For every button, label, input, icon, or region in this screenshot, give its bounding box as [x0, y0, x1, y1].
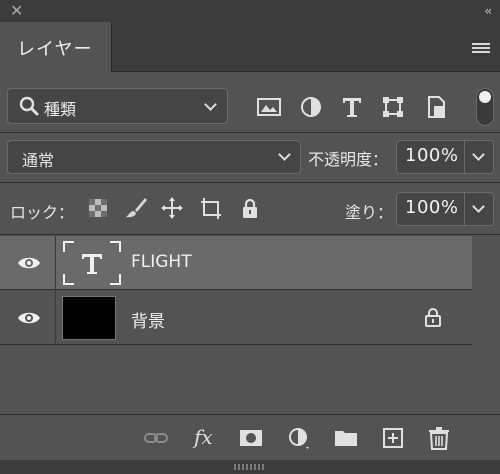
tab-layers-label: レイヤー: [17, 39, 93, 60]
tab-layers[interactable]: レイヤー: [0, 22, 112, 72]
panel-titlebar: ✕ ‹‹: [0, 0, 500, 22]
resize-handle[interactable]: [234, 464, 266, 470]
lock-position-move-icon[interactable]: [160, 196, 184, 220]
layers-list: FLIGHT 背景: [0, 236, 500, 414]
layer-row-flight[interactable]: FLIGHT: [0, 236, 472, 290]
blend-mode-label: 通常: [22, 151, 55, 170]
visibility-eye-icon[interactable]: [16, 253, 42, 273]
lock-label: ロック：: [10, 203, 75, 222]
layer-name: 背景: [131, 312, 165, 332]
opacity-input[interactable]: 100%: [396, 140, 465, 174]
smart-object-filter-icon[interactable]: [421, 92, 451, 122]
bottom-toolbar: fx: [0, 414, 500, 460]
divider: [0, 182, 500, 183]
column-divider: [55, 291, 56, 345]
trash-icon[interactable]: [426, 425, 452, 451]
lock-all-icon[interactable]: [238, 196, 262, 220]
chevron-down-icon: [472, 148, 485, 161]
adjustment-filter-icon[interactable]: [296, 92, 326, 122]
layers-panel: ✕ ‹‹ レイヤー 種類 通常 不透明度： 100% ロック： 塗り： 100%…: [0, 0, 500, 474]
chevron-down-icon: [278, 148, 291, 161]
collapse-double-chevron-icon[interactable]: ‹‹: [484, 4, 491, 18]
layer-lock-icon[interactable]: [424, 307, 442, 327]
type-filter-icon[interactable]: [337, 92, 367, 122]
layer-name: FLIGHT: [131, 252, 192, 272]
opacity-label: 不透明度：: [308, 150, 389, 169]
filter-kind-select[interactable]: 種類: [7, 88, 228, 124]
column-divider: [55, 236, 56, 290]
adjustment-layer-icon[interactable]: [286, 425, 312, 451]
image-filter-icon[interactable]: [254, 92, 284, 122]
shape-filter-icon[interactable]: [378, 92, 408, 122]
divider: [0, 234, 500, 235]
tab-bar: レイヤー: [0, 22, 500, 72]
new-group-folder-icon[interactable]: [333, 425, 359, 451]
chevron-down-icon: [472, 200, 485, 213]
fill-value: 100%: [405, 197, 459, 218]
add-mask-icon[interactable]: [238, 425, 264, 451]
blend-mode-select[interactable]: 通常: [7, 140, 301, 174]
fx-effects-icon[interactable]: fx: [194, 425, 213, 449]
fill-label: 塗り：: [345, 203, 394, 222]
background-layer-thumbnail: [62, 296, 116, 340]
lock-transparency-icon[interactable]: [86, 196, 110, 220]
filter-kind-label: 種類: [44, 100, 77, 119]
fill-dropdown-button[interactable]: [465, 192, 494, 226]
chevron-down-icon: [204, 98, 217, 111]
lock-pixels-brush-icon[interactable]: [124, 196, 148, 220]
close-icon[interactable]: ✕: [10, 3, 26, 19]
lock-artboard-icon[interactable]: [199, 196, 223, 220]
layer-row-background[interactable]: 背景: [0, 291, 472, 345]
fill-input[interactable]: 100%: [396, 192, 465, 226]
text-layer-thumbnail-icon: [63, 241, 121, 285]
filter-toggle-switch[interactable]: [476, 88, 494, 126]
hamburger-menu-icon[interactable]: [472, 43, 490, 54]
new-layer-icon[interactable]: [380, 425, 406, 451]
scrollbar-gutter[interactable]: [472, 236, 500, 414]
resize-grip: [0, 460, 500, 474]
link-layers-icon[interactable]: [143, 425, 169, 451]
opacity-value: 100%: [405, 145, 459, 166]
search-icon: [19, 96, 39, 116]
visibility-eye-icon[interactable]: [16, 308, 42, 328]
divider: [0, 132, 500, 133]
opacity-dropdown-button[interactable]: [465, 140, 494, 174]
